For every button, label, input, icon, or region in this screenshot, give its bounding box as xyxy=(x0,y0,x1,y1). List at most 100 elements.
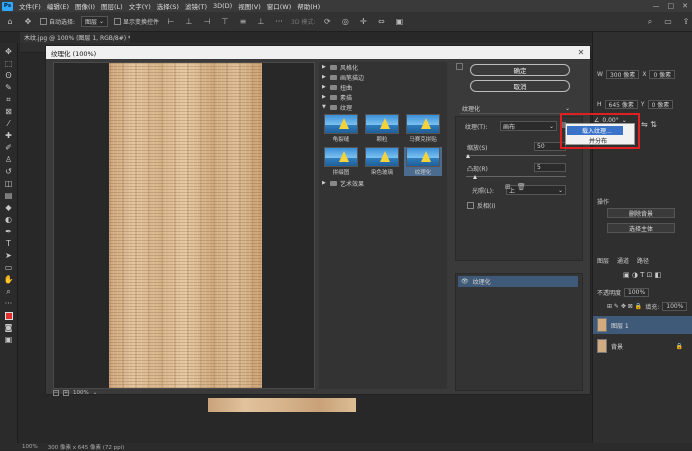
brush-tool-icon[interactable]: ✐ xyxy=(3,142,15,153)
x-field[interactable]: 0 像素 xyxy=(649,70,676,79)
chevron-down-icon[interactable]: ⌄ xyxy=(93,390,98,396)
show-transform-checkbox[interactable] xyxy=(113,18,121,25)
filter-thumb-craquelure[interactable]: 龟裂缝 xyxy=(322,114,360,143)
filter-select-dropdown[interactable]: 纹理化 ⌄ xyxy=(460,104,572,114)
eraser-tool-icon[interactable]: ◫ xyxy=(3,178,15,189)
menu-window[interactable]: 窗口(W) xyxy=(264,1,295,11)
category-sketch[interactable]: ▶ 素描 xyxy=(319,92,447,102)
more-options-icon[interactable]: ··· xyxy=(273,16,285,28)
crop-tool-icon[interactable]: ⌗ xyxy=(3,94,15,105)
menu-type[interactable]: 文字(Y) xyxy=(126,1,154,11)
align-left-icon[interactable]: ⊢ xyxy=(165,16,177,28)
tab-paths[interactable]: 路径 xyxy=(637,256,649,265)
new-effect-layer-icon[interactable]: ⊞ xyxy=(505,183,511,191)
path-select-icon[interactable]: ➤ xyxy=(3,250,15,261)
move-tool-icon[interactable]: ✥ xyxy=(3,46,15,57)
scale-slider-knob[interactable] xyxy=(466,154,470,158)
align-bottom-icon[interactable]: ⊥ xyxy=(255,16,267,28)
invert-checkbox[interactable] xyxy=(467,202,474,209)
menu-help[interactable]: 帮助(H) xyxy=(294,1,323,11)
menu-file[interactable]: 文件(F) xyxy=(16,1,44,11)
zoom-out-button[interactable]: − xyxy=(53,389,59,396)
menu-select[interactable]: 选择(S) xyxy=(154,1,182,11)
ok-button[interactable]: 确定 xyxy=(470,64,570,76)
category-texture[interactable]: ▼ 纹理 xyxy=(319,102,447,112)
3d-slide-icon[interactable]: ⇔ xyxy=(375,16,387,28)
align-right-icon[interactable]: ⊣ xyxy=(201,16,213,28)
filter-thumb-grain[interactable]: 颗粒 xyxy=(363,114,401,143)
align-middle-icon[interactable]: ≡ xyxy=(237,16,249,28)
menu-layer[interactable]: 图层(L) xyxy=(98,1,126,11)
menu-3d[interactable]: 3D(D) xyxy=(210,2,235,10)
quick-select-tool-icon[interactable]: ✎ xyxy=(3,82,15,93)
type-tool-icon[interactable]: T xyxy=(3,238,15,249)
3d-pan-icon[interactable]: ✛ xyxy=(357,16,369,28)
auto-select-checkbox[interactable] xyxy=(40,18,47,25)
select-subject-button[interactable]: 选择主体 xyxy=(607,223,675,233)
document-tab[interactable]: 木纹.jpg @ 100% (图层 1, RGB/8#) * xyxy=(20,32,130,43)
menu-view[interactable]: 视图(V) xyxy=(235,1,264,11)
3d-roll-icon[interactable]: ◎ xyxy=(339,16,351,28)
lock-icons[interactable]: ⊞ ✎ ✥ ⊠ 🔒 xyxy=(607,303,642,310)
hand-tool-icon[interactable]: ✋ xyxy=(3,274,15,285)
delete-effect-layer-icon[interactable]: 🗑 xyxy=(517,183,526,191)
remove-background-button[interactable]: 删除背景 xyxy=(607,208,675,218)
h-field[interactable]: 645 像素 xyxy=(604,100,638,109)
pen-tool-icon[interactable]: ✒ xyxy=(3,226,15,237)
fill-field[interactable]: 100% xyxy=(662,302,688,311)
zoom-value[interactable]: 100% xyxy=(73,390,89,396)
status-zoom[interactable]: 100% xyxy=(22,444,38,450)
workspace-icon[interactable]: ▭ xyxy=(662,16,674,28)
frame-tool-icon[interactable]: ⊠ xyxy=(3,106,15,117)
preview-area[interactable] xyxy=(53,62,315,389)
tab-channels[interactable]: 通道 xyxy=(617,256,629,265)
stamp-tool-icon[interactable]: ♙ xyxy=(3,154,15,165)
texture-dropdown[interactable]: 画布 ⌄ xyxy=(500,121,557,131)
y-field[interactable]: 0 像素 xyxy=(647,100,674,109)
layer-filter-icons[interactable]: ▣ ◑ T ⊡ ◧ xyxy=(623,271,661,279)
minimize-icon[interactable]: — xyxy=(653,2,660,10)
category-distort[interactable]: ▶ 扭曲 xyxy=(319,82,447,92)
color-swatches[interactable] xyxy=(3,310,15,321)
tab-layers[interactable]: 图层 xyxy=(597,256,609,265)
home-icon[interactable]: ⌂ xyxy=(4,16,16,28)
gradient-tool-icon[interactable]: ▤ xyxy=(3,190,15,201)
shape-tool-icon[interactable]: ▭ xyxy=(3,262,15,273)
share-icon[interactable]: ⇪ xyxy=(680,16,692,28)
relief-field[interactable]: 5 xyxy=(534,163,566,172)
history-brush-icon[interactable]: ↺ xyxy=(3,166,15,177)
zoom-tool-icon[interactable]: ⌕ xyxy=(3,286,15,297)
layer-row[interactable]: 图层 1 xyxy=(593,316,692,334)
dialog-close-icon[interactable]: ✕ xyxy=(574,47,588,58)
filter-thumb-mosaic-tiles[interactable]: 马赛克拼贴 xyxy=(404,114,442,143)
maximize-icon[interactable]: □ xyxy=(668,2,675,10)
align-center-icon[interactable]: ⊥ xyxy=(183,16,195,28)
3d-scale-icon[interactable]: ▣ xyxy=(393,16,405,28)
menu-edit[interactable]: 编辑(E) xyxy=(44,1,72,11)
eyedropper-tool-icon[interactable]: ⁄ xyxy=(3,118,15,129)
3d-rotate-icon[interactable]: ⟳ xyxy=(321,16,333,28)
category-artistic[interactable]: ▶ 艺术效果 xyxy=(319,178,447,188)
menu-filter[interactable]: 滤镜(T) xyxy=(182,1,210,11)
opacity-field[interactable]: 100% xyxy=(624,288,650,297)
marquee-tool-icon[interactable]: ⬚ xyxy=(3,58,15,69)
filter-thumb-stained-glass[interactable]: 染色玻璃 xyxy=(363,147,401,176)
effect-layer-row[interactable]: 👁 纹理化 xyxy=(458,276,578,287)
menu-image[interactable]: 图像(I) xyxy=(72,1,98,11)
category-brush-strokes[interactable]: ▶ 画笔描边 xyxy=(319,72,447,82)
close-icon[interactable]: ✕ xyxy=(682,2,688,10)
auto-select-dropdown[interactable]: 图层 ⌄ xyxy=(81,16,108,27)
collapse-gallery-icon[interactable] xyxy=(456,63,463,70)
dodge-tool-icon[interactable]: ◐ xyxy=(3,214,15,225)
w-field[interactable]: 300 像素 xyxy=(605,70,640,79)
more-tools-icon[interactable]: ··· xyxy=(3,298,15,309)
quick-mask-icon[interactable]: ◙ xyxy=(3,322,15,333)
healing-brush-icon[interactable]: ✚ xyxy=(3,130,15,141)
lasso-tool-icon[interactable]: ʘ xyxy=(3,70,15,81)
eye-icon[interactable]: 👁 xyxy=(461,278,469,285)
move-tool-icon[interactable]: ✥ xyxy=(22,16,34,28)
align-top-icon[interactable]: ⊤ xyxy=(219,16,231,28)
category-stylize[interactable]: ▶ 风格化 xyxy=(319,62,447,72)
screen-mode-icon[interactable]: ▣ xyxy=(3,334,15,345)
search-icon[interactable]: ⌕ xyxy=(644,16,656,28)
